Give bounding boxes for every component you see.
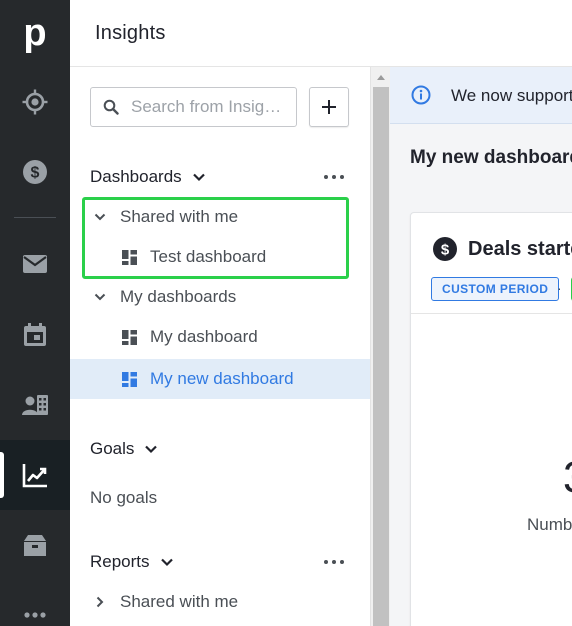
- dashboards-label: Dashboards: [90, 167, 182, 186]
- nav-leads[interactable]: [0, 67, 70, 137]
- chevron-down-icon: [160, 558, 173, 567]
- folder-shared-with-me[interactable]: Shared with me: [70, 197, 370, 237]
- page-title: Insights: [95, 21, 166, 44]
- dashboard-icon: [122, 330, 137, 345]
- dot: [332, 560, 336, 564]
- goals-empty-text: No goals: [90, 488, 158, 507]
- nav-deals[interactable]: $: [0, 137, 70, 207]
- reports-label: Reports: [90, 552, 150, 571]
- reports-section-header[interactable]: Reports: [90, 552, 174, 572]
- search-input[interactable]: [131, 97, 291, 117]
- search-box[interactable]: [90, 87, 297, 127]
- pipedrive-logo[interactable]: p: [0, 0, 70, 66]
- more-icon: [24, 612, 46, 618]
- scroll-up-arrow-icon[interactable]: [377, 75, 385, 80]
- chevron-down-icon: [94, 213, 106, 221]
- folder-label: My dashboards: [120, 287, 237, 306]
- dollar-icon: $: [433, 237, 457, 261]
- card-header: $ Deals started CUSTOM PERIOD ·: [411, 213, 572, 314]
- dashboard-icon: [122, 250, 137, 265]
- chevron-down-icon: [94, 293, 106, 301]
- nav-activities[interactable]: [0, 300, 70, 370]
- dot: [324, 560, 328, 564]
- dot: [324, 175, 328, 179]
- dashboard-item-my-dashboard[interactable]: My dashboard: [70, 317, 370, 357]
- info-icon: [411, 85, 431, 105]
- dot: [332, 175, 336, 179]
- dashboard-label: Test dashboard: [150, 247, 267, 266]
- mail-icon: [23, 255, 47, 273]
- insights-sidebar: Dashboards Shared with me Test dashboard…: [70, 67, 370, 626]
- dot: [340, 560, 344, 564]
- nav-insights[interactable]: [0, 440, 70, 510]
- nav-mail[interactable]: [0, 229, 70, 299]
- dashboards-more-button[interactable]: [324, 169, 344, 185]
- svg-text:$: $: [441, 242, 450, 259]
- dashboard-label: My dashboard: [150, 327, 258, 346]
- dashboard-label: My new dashboard: [150, 369, 294, 388]
- reports-more-button[interactable]: [324, 554, 344, 570]
- scroll-thumb[interactable]: [373, 87, 389, 626]
- plus-icon: [322, 100, 336, 114]
- nav-products[interactable]: [0, 510, 70, 580]
- dollar-icon: $: [23, 160, 47, 184]
- folder-my-dashboards[interactable]: My dashboards: [70, 277, 370, 317]
- logo-letter: p: [23, 12, 47, 54]
- banner-text: We now support: [451, 86, 572, 105]
- reports-folder-shared-with-me[interactable]: Shared with me: [70, 582, 370, 622]
- badge-separator: ·: [557, 280, 562, 296]
- calendar-icon: [24, 323, 46, 346]
- folder-label: Shared with me: [120, 207, 239, 226]
- left-nav-rail: p $: [0, 0, 70, 626]
- dashboard-item-test[interactable]: Test dashboard: [70, 237, 370, 277]
- rail-divider: [14, 217, 56, 218]
- dashboard-item-my-new-dashboard[interactable]: My new dashboard: [70, 359, 370, 399]
- goals-section-header[interactable]: Goals: [90, 439, 158, 459]
- nav-more[interactable]: [0, 580, 70, 626]
- target-icon: [22, 89, 48, 115]
- card-title: Deals started: [468, 238, 572, 260]
- dashboard-title: My new dashboard: [410, 147, 572, 168]
- trend-chart-icon: [22, 464, 47, 488]
- report-card[interactable]: $ Deals started CUSTOM PERIOD · 3 Number…: [410, 212, 572, 626]
- metric-caption: Number of deals: [527, 515, 572, 534]
- info-banner: We now support: [390, 67, 572, 124]
- dot: [340, 175, 344, 179]
- contacts-icon: [22, 395, 48, 415]
- period-badge: CUSTOM PERIOD: [431, 277, 560, 301]
- chevron-down-icon: [145, 445, 158, 454]
- folder-label: Shared with me: [120, 592, 239, 611]
- chevron-right-icon: [96, 596, 104, 608]
- add-button[interactable]: [309, 87, 349, 127]
- chevron-down-icon: [192, 173, 205, 182]
- dashboard-icon: [122, 372, 137, 387]
- sidebar-scrollbar[interactable]: [370, 67, 390, 626]
- search-icon: [103, 99, 119, 115]
- main-content: We now support My new dashboard $ Deals …: [390, 67, 572, 626]
- goals-label: Goals: [90, 439, 135, 458]
- metric-value: 3: [563, 453, 572, 503]
- app-header: Insights: [70, 0, 572, 67]
- box-icon: [24, 535, 46, 556]
- nav-contacts[interactable]: [0, 370, 70, 440]
- dashboards-section-header[interactable]: Dashboards: [90, 167, 206, 187]
- svg-text:$: $: [31, 165, 40, 182]
